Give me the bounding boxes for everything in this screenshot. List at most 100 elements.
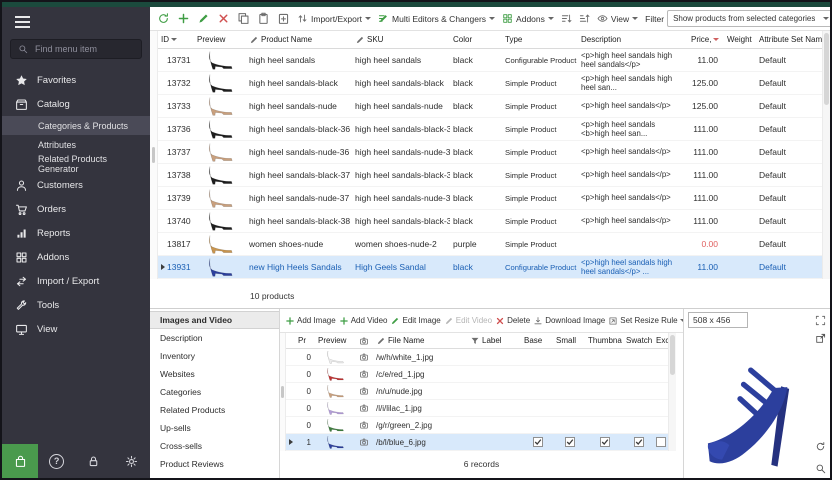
edit-product-button[interactable]	[194, 10, 213, 28]
open-external-icon[interactable]	[815, 333, 826, 344]
thumbnail-checkbox[interactable]	[600, 437, 610, 447]
import-export-dropdown[interactable]: Import/Export	[294, 10, 374, 28]
product-row[interactable]: 13931 new High Heels Sandals High Geels …	[158, 256, 822, 279]
row-expander-icon[interactable]	[289, 439, 293, 445]
exclude-checkbox[interactable]	[656, 437, 666, 447]
sidebar-item-addons[interactable]: Addons	[2, 245, 150, 269]
detail-tab[interactable]: Cross-sells	[150, 437, 279, 455]
add-video-button[interactable]: Add Video	[339, 316, 388, 326]
delete-product-button[interactable]	[214, 10, 233, 28]
column-header-description[interactable]: Description	[578, 35, 688, 44]
detail-tab[interactable]: Websites	[150, 365, 279, 383]
sidebar-item-reports[interactable]: Reports	[2, 221, 150, 245]
sidebar-item-attributes[interactable]: Attributes	[2, 135, 150, 154]
download-image-button[interactable]: Download Image	[533, 316, 605, 326]
product-row[interactable]: 13733 high heel sandals-nude high heel s…	[158, 95, 822, 118]
sidebar-item-import-export[interactable]: Import / Export	[2, 269, 150, 293]
column-header-weight[interactable]: Weight	[724, 35, 756, 44]
product-row[interactable]: 13737 high heel sandals-nude-36 high hee…	[158, 141, 822, 164]
settings-button[interactable]	[113, 455, 150, 468]
scrollbar-thumb[interactable]	[670, 335, 675, 375]
view-dropdown[interactable]: View	[594, 10, 641, 28]
column-header-sku[interactable]: SKU	[352, 35, 450, 45]
lock-button[interactable]	[75, 455, 112, 468]
column-header-file-name[interactable]: File Name	[374, 336, 470, 346]
swatch-checkbox[interactable]	[634, 437, 644, 447]
delete-image-button[interactable]: Delete	[495, 316, 530, 326]
column-header-camera[interactable]	[354, 336, 374, 346]
product-row[interactable]: 13817 women shoes-nude women shoes-nude-…	[158, 233, 822, 256]
product-row[interactable]: 13740 high heel sandals-black-38 high he…	[158, 210, 822, 233]
search-input[interactable]	[33, 43, 128, 55]
column-header-base[interactable]: Base	[522, 336, 554, 345]
store-button[interactable]	[2, 444, 38, 478]
sidebar-item-related-products-generator[interactable]: Related Products Generator	[2, 154, 150, 173]
refresh-button[interactable]	[154, 10, 173, 28]
detail-tab[interactable]: Related Products	[150, 401, 279, 419]
product-row[interactable]: 13736 high heel sandals-black-36 high he…	[158, 118, 822, 141]
menu-icon[interactable]	[2, 7, 150, 37]
column-header-type[interactable]: Type	[502, 35, 578, 44]
sort-desc-button[interactable]	[576, 10, 593, 28]
duplicate-button[interactable]	[274, 10, 293, 28]
sidebar-item-categories-products[interactable]: Categories & Products	[2, 116, 150, 135]
base-checkbox[interactable]	[533, 437, 543, 447]
column-header-exclude[interactable]: Exclude	[654, 336, 668, 345]
multi-editors-dropdown[interactable]: Multi Editors & Changers	[375, 10, 498, 28]
column-header-filter[interactable]	[470, 336, 480, 346]
sidebar-search[interactable]	[10, 39, 142, 59]
sidebar-item-view[interactable]: View	[2, 317, 150, 341]
zoom-icon[interactable]	[815, 463, 826, 474]
detail-tab[interactable]: Up-sells	[150, 419, 279, 437]
product-row[interactable]: 13732 high heel sandals-black high heel …	[158, 72, 822, 95]
column-header-swatch[interactable]: Swatch	[624, 336, 654, 345]
fullscreen-icon[interactable]	[815, 315, 826, 326]
sidebar-item-favorites[interactable]: Favorites	[2, 68, 150, 92]
detail-tab[interactable]: Inventory	[150, 347, 279, 365]
add-image-button[interactable]: Add Image	[285, 316, 336, 326]
product-row[interactable]: 13731 high heel sandals high heel sandal…	[158, 49, 822, 72]
product-row[interactable]: 13738 high heel sandals-black-37 high he…	[158, 164, 822, 187]
detail-tab[interactable]: Images and Video	[150, 311, 279, 329]
set-resize-rule-button[interactable]: Set Resize Rule	[608, 316, 683, 326]
grid-collapse-handle[interactable]	[150, 31, 158, 279]
column-header-attribute-set[interactable]: Attribute Set Name	[756, 35, 822, 44]
detail-tab[interactable]: Description	[150, 329, 279, 347]
column-header-label[interactable]: Label	[480, 336, 522, 345]
sidebar-item-catalog[interactable]: Catalog	[2, 92, 150, 116]
vertical-scrollbar[interactable]	[822, 31, 830, 279]
column-header-small[interactable]: Small	[554, 336, 586, 345]
scrollbar-thumb[interactable]	[824, 33, 829, 105]
help-button[interactable]: ?	[38, 454, 75, 469]
image-row[interactable]: 0 /g/r/green_2.jpg	[286, 417, 668, 434]
column-header-color[interactable]: Color	[450, 35, 502, 44]
column-header-thumbnail[interactable]: Thumbna	[586, 336, 624, 345]
sort-asc-button[interactable]	[558, 10, 575, 28]
edit-video-button[interactable]: Edit Video	[444, 316, 492, 326]
column-header-product-name[interactable]: Product Name	[246, 35, 352, 45]
edit-image-button[interactable]: Edit Image	[390, 316, 440, 326]
column-header-preview[interactable]: Preview	[316, 336, 354, 345]
image-row[interactable]: 0 /l/i/lilac_1.jpg	[286, 400, 668, 417]
sidebar-item-customers[interactable]: Customers	[2, 173, 150, 197]
resize-dimensions-input[interactable]	[688, 312, 748, 328]
vertical-scrollbar[interactable]	[668, 333, 676, 451]
paste-button[interactable]	[254, 10, 273, 28]
column-header-id[interactable]: ID	[158, 35, 194, 44]
copy-button[interactable]	[234, 10, 253, 28]
detail-tab[interactable]: Categories	[150, 383, 279, 401]
row-expander-icon[interactable]	[161, 264, 165, 270]
image-row[interactable]: 0 /w/h/white_1.jpg	[286, 349, 668, 366]
column-header-preview[interactable]: Preview	[194, 35, 246, 44]
column-header-price[interactable]: Price,	[688, 35, 724, 44]
detail-tab[interactable]: Product Reviews	[150, 455, 279, 473]
image-row[interactable]: 0 /n/u/nude.jpg	[286, 383, 668, 400]
sidebar-item-orders[interactable]: Orders	[2, 197, 150, 221]
image-row[interactable]: 1 /b/l/blue_6.jpg	[286, 434, 668, 451]
small-checkbox[interactable]	[565, 437, 575, 447]
column-header-priority[interactable]: Pr	[296, 336, 316, 345]
sidebar-item-tools[interactable]: Tools	[2, 293, 150, 317]
image-row[interactable]: 0 /c/e/red_1.jpg	[286, 366, 668, 383]
category-filter-select[interactable]: Show products from selected categories	[667, 10, 830, 27]
product-row[interactable]: 13739 high heel sandals-nude-37 high hee…	[158, 187, 822, 210]
